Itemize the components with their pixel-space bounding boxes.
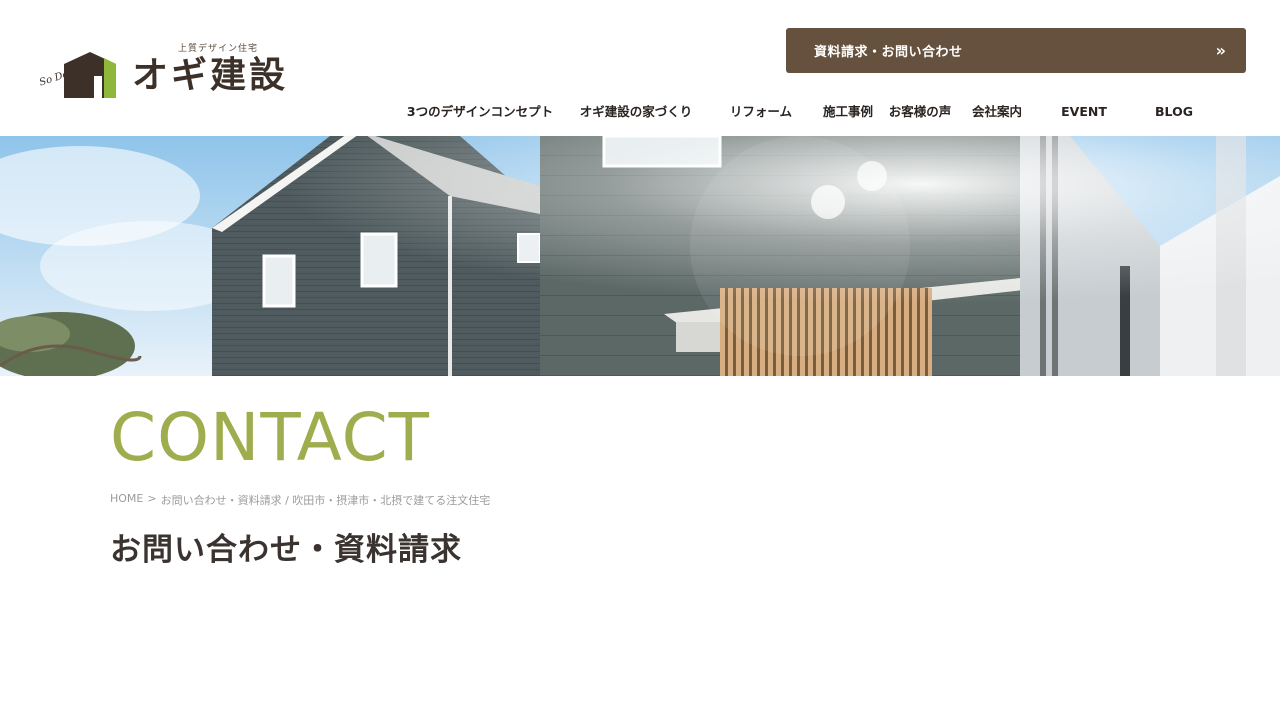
nav-item-reform[interactable]: リフォーム: [704, 100, 818, 124]
nav-item-house-building[interactable]: オギ建設の家づくり: [568, 100, 704, 124]
nav-item-blog[interactable]: BLOG: [1136, 100, 1212, 124]
global-nav: 3つのデザインコンセプト オギ建設の家づくり リフォーム 施工事例 お客様の声 …: [392, 100, 1212, 124]
logo-name: オギ建設: [132, 55, 289, 96]
house-logo-icon: So Design!: [38, 52, 116, 98]
breadcrumb-separator: >: [147, 492, 157, 505]
double-chevron-right-icon: »: [1215, 40, 1226, 60]
page-title: お問い合わせ・資料請求: [110, 532, 462, 568]
nav-item-company[interactable]: 会社案内: [962, 100, 1032, 124]
page-heading-en: CONTACT: [110, 399, 430, 476]
breadcrumb: HOME > お問い合わせ・資料請求 / 吹田市・摂津市・北摂で建てる注文住宅: [110, 492, 490, 508]
request-info-contact-button[interactable]: 資料請求・お問い合わせ »: [786, 28, 1246, 73]
breadcrumb-home-link[interactable]: HOME: [110, 492, 143, 508]
breadcrumb-current: お問い合わせ・資料請求 / 吹田市・摂津市・北摂で建てる注文住宅: [160, 494, 491, 507]
logo-tagline: 上質デザイン住宅: [178, 44, 259, 54]
cta-label: 資料請求・お問い合わせ: [814, 45, 963, 60]
site-logo[interactable]: So Design! 上質デザイン住宅 オギ建設: [38, 38, 318, 102]
site-header: So Design! 上質デザイン住宅 オギ建設 資料請求・お問い合わせ » 3…: [0, 0, 1280, 136]
hero-image: [0, 136, 1280, 376]
nav-item-works[interactable]: 施工事例: [818, 100, 878, 124]
nav-item-event[interactable]: EVENT: [1032, 100, 1136, 124]
nav-item-design-concept[interactable]: 3つのデザインコンセプト: [392, 100, 568, 124]
nav-item-voices[interactable]: お客様の声: [878, 100, 962, 124]
house-exterior-photo: [0, 136, 1280, 376]
